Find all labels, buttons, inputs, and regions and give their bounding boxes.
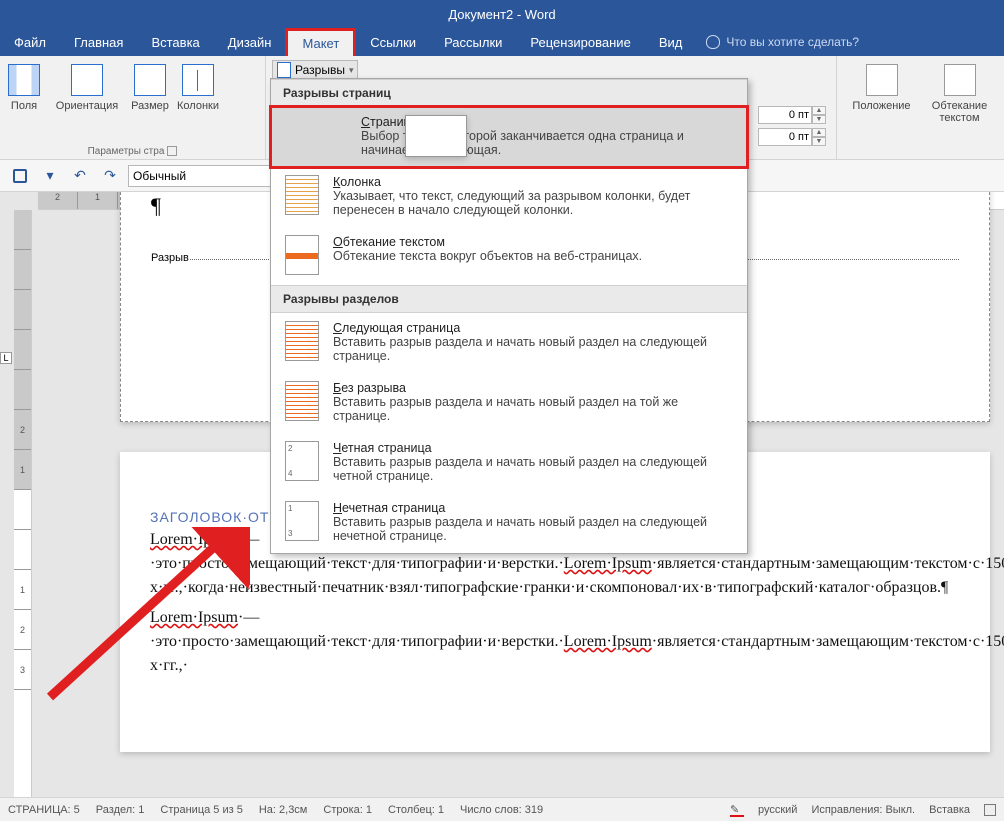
breaks-button[interactable]: Разрывы ▾ (272, 60, 358, 80)
menu-item-description: Вставить разрыв раздела и начать новый р… (333, 395, 733, 423)
ruler-tick (14, 330, 31, 370)
menu-item-description: Вставить разрыв раздела и начать новый р… (333, 515, 733, 543)
menu-item-description: Вставить разрыв раздела и начать новый р… (333, 335, 733, 363)
tab-mailings[interactable]: Рассылки (430, 28, 516, 56)
spin-down-icon[interactable]: ▼ (812, 115, 826, 124)
wrap-text-button[interactable]: Обтекание текстом (921, 60, 999, 124)
ruler-tick: 1 (14, 570, 31, 610)
status-insert-mode[interactable]: Вставка (929, 804, 970, 816)
status-track-changes[interactable]: Исправления: Выкл. (811, 804, 915, 816)
tab-home[interactable]: Главная (60, 28, 137, 56)
ruler-tick (14, 290, 31, 330)
window-title: Документ2 - Word (448, 7, 555, 22)
status-page-of[interactable]: Страница 5 из 5 (160, 804, 242, 816)
ruler-tick: 2 (38, 192, 78, 209)
ruler-tick: 2 (14, 610, 31, 650)
page-setup-group-label: Параметры стра (0, 144, 265, 159)
style-selector[interactable] (128, 165, 293, 187)
ruler-tick (14, 370, 31, 410)
spin-up-icon[interactable]: ▲ (812, 128, 826, 137)
macro-recording-icon[interactable] (984, 804, 996, 816)
tell-me-placeholder: Что вы хотите сделать? (726, 35, 859, 49)
menu-item-even-page-section[interactable]: 24 Четная страница Вставить разрыв разде… (271, 433, 747, 493)
ruler-tick (14, 210, 31, 250)
save-icon (13, 169, 27, 183)
vertical-ruler[interactable]: 2 1 1 2 3 (14, 210, 32, 797)
spacing-after-input[interactable] (758, 128, 812, 146)
tab-insert[interactable]: Вставка (137, 28, 213, 56)
columns-button[interactable]: Колонки (174, 60, 222, 112)
column-break-icon (285, 175, 319, 215)
spellcheck-icon[interactable]: ✎ (730, 803, 744, 817)
page-setup-launcher-icon[interactable] (167, 146, 177, 156)
bulb-icon (706, 35, 720, 49)
dropdown-section-header: Разрывы разделов (271, 285, 747, 313)
breaks-dropdown: Разрывы страниц Страница Выбор точки, в … (270, 78, 748, 554)
next-page-section-icon (285, 321, 319, 361)
status-bar: СТРАНИЦА: 5 Раздел: 1 Страница 5 из 5 На… (0, 797, 1004, 821)
chevron-down-icon: ▾ (349, 65, 354, 76)
menu-item-next-page-section[interactable]: Следующая страница Вставить разрыв разде… (271, 313, 747, 373)
tab-selector[interactable]: L (0, 352, 12, 364)
continuous-section-icon (285, 381, 319, 421)
status-line[interactable]: Строка: 1 (323, 804, 372, 816)
even-page-section-icon: 24 (285, 441, 319, 481)
save-button[interactable] (8, 164, 32, 188)
status-section[interactable]: Раздел: 1 (96, 804, 145, 816)
status-position[interactable]: На: 2,3см (259, 804, 308, 816)
menu-item-page-break[interactable]: Страница Выбор точки, в которой заканчив… (271, 107, 747, 167)
spin-down-icon[interactable]: ▼ (812, 137, 826, 146)
title-bar: Документ2 - Word (0, 0, 1004, 28)
menu-item-text-wrapping-break[interactable]: Обтекание текстом Обтекание текста вокру… (271, 227, 747, 285)
size-button[interactable]: Размер (126, 60, 174, 112)
body-paragraph: Lorem·Ipsum·—·это·просто·замещающий·текс… (150, 606, 960, 678)
spacing-before-spinner[interactable]: ▲▼ (758, 106, 826, 124)
text-wrap-break-icon (285, 235, 319, 275)
ruler-tick (14, 250, 31, 290)
ruler-tick (14, 490, 31, 530)
tell-me-search[interactable]: Что вы хотите сделать? (696, 28, 859, 56)
dropdown-section-header: Разрывы страниц (271, 79, 747, 107)
undo-button[interactable]: ↶ (68, 164, 92, 188)
ribbon-tabs: Файл Главная Вставка Дизайн Макет Ссылки… (0, 28, 1004, 56)
tab-design[interactable]: Дизайн (214, 28, 286, 56)
menu-item-odd-page-section[interactable]: 13 Нечетная страница Вставить разрыв раз… (271, 493, 747, 553)
menu-item-description: Вставить разрыв раздела и начать новый р… (333, 455, 733, 483)
page-break-icon (405, 115, 467, 157)
tab-review[interactable]: Рецензирование (516, 28, 644, 56)
menu-item-column-break[interactable]: Колонка Указывает, что текст, следующий … (271, 167, 747, 227)
ruler-tick: 3 (14, 650, 31, 690)
ruler-tick: 1 (78, 192, 118, 209)
qat-separator: ▾ (38, 164, 62, 188)
heading-text: ЗАГОЛОВОК·ОТ (150, 509, 269, 525)
page-break-label: Разрыв (151, 252, 189, 264)
tab-layout[interactable]: Макет (285, 28, 356, 56)
spacing-after-spinner[interactable]: ▲▼ (758, 128, 826, 146)
ruler-tick: 1 (14, 450, 31, 490)
tab-file[interactable]: Файл (0, 28, 60, 56)
menu-item-description: Обтекание текста вокруг объектов на веб-… (333, 249, 642, 263)
status-column[interactable]: Столбец: 1 (388, 804, 444, 816)
menu-item-continuous-section[interactable]: Без разрыва Вставить разрыв раздела и на… (271, 373, 747, 433)
position-button[interactable]: Положение (843, 60, 921, 124)
menu-item-description: Указывает, что текст, следующий за разры… (333, 189, 733, 217)
spin-up-icon[interactable]: ▲ (812, 106, 826, 115)
tab-view[interactable]: Вид (645, 28, 697, 56)
status-page[interactable]: СТРАНИЦА: 5 (8, 804, 80, 816)
spacing-before-input[interactable] (758, 106, 812, 124)
redo-button[interactable]: ↷ (98, 164, 122, 188)
orientation-button[interactable]: Ориентация (48, 60, 126, 112)
ruler-tick (14, 530, 31, 570)
status-language[interactable]: русский (758, 804, 797, 816)
ruler-tick: 2 (14, 410, 31, 450)
page-break-icon (277, 62, 291, 78)
odd-page-section-icon: 13 (285, 501, 319, 541)
status-word-count[interactable]: Число слов: 319 (460, 804, 543, 816)
margins-button[interactable]: Поля (0, 60, 48, 112)
tab-references[interactable]: Ссылки (356, 28, 430, 56)
